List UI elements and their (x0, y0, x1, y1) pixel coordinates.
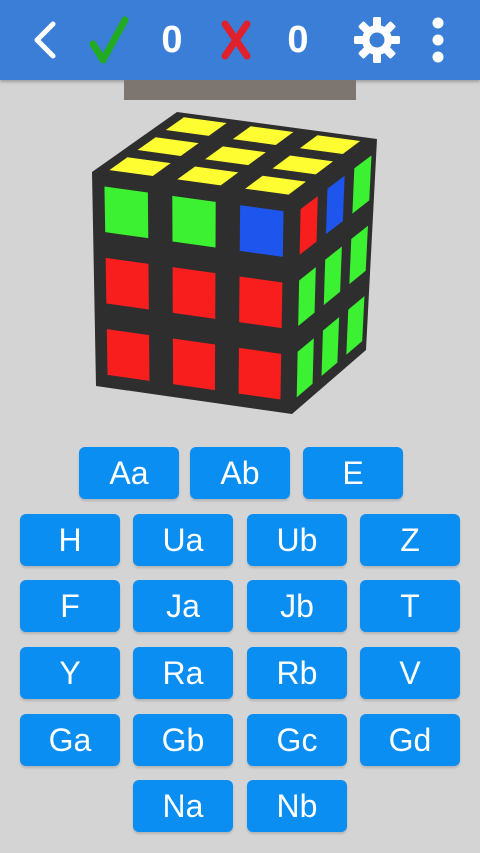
cube-front-sticker (172, 267, 216, 319)
cube-front-sticker (106, 329, 150, 381)
correct-count: 0 (161, 18, 183, 61)
key-gc[interactable]: Gc (247, 714, 347, 766)
settings-button[interactable] (348, 0, 406, 80)
correct-indicator (84, 0, 134, 80)
key-gb[interactable]: Gb (133, 714, 233, 766)
key-h[interactable]: H (20, 514, 120, 566)
check-icon (89, 16, 129, 64)
chevron-left-icon (34, 21, 56, 59)
key-ua[interactable]: Ua (133, 514, 233, 566)
cube-front-sticker (172, 338, 216, 391)
key-gd[interactable]: Gd (360, 714, 460, 766)
key-z[interactable]: Z (360, 514, 460, 566)
cube-front-sticker (172, 195, 216, 248)
wrong-indicator (214, 0, 258, 80)
key-nb[interactable]: Nb (247, 780, 347, 832)
cube-front-sticker (104, 186, 149, 239)
key-y[interactable]: Y (20, 647, 120, 699)
cube-front-sticker (238, 347, 282, 400)
cube-front-sticker (239, 276, 283, 329)
more-options-button[interactable] (420, 0, 456, 80)
key-ub[interactable]: Ub (247, 514, 347, 566)
cube-front-sticker (105, 257, 149, 310)
key-f[interactable]: F (20, 580, 120, 632)
back-button[interactable] (24, 0, 64, 80)
key-e[interactable]: E (303, 447, 403, 499)
top-app-bar: 0 0 (0, 0, 480, 80)
key-ja[interactable]: Ja (133, 580, 233, 632)
wrong-count: 0 (287, 18, 309, 61)
key-aa[interactable]: Aa (79, 447, 179, 499)
key-ra[interactable]: Ra (133, 647, 233, 699)
key-t[interactable]: T (360, 580, 460, 632)
cube-front-sticker (239, 205, 284, 257)
x-icon (221, 20, 251, 60)
more-vertical-icon (432, 17, 444, 63)
key-ab[interactable]: Ab (190, 447, 290, 499)
cube-3d-view[interactable] (80, 100, 390, 420)
key-v[interactable]: V (360, 647, 460, 699)
gear-icon (354, 17, 400, 63)
key-ga[interactable]: Ga (20, 714, 120, 766)
key-rb[interactable]: Rb (247, 647, 347, 699)
progress-bar (124, 80, 356, 100)
key-na[interactable]: Na (133, 780, 233, 832)
key-jb[interactable]: Jb (247, 580, 347, 632)
